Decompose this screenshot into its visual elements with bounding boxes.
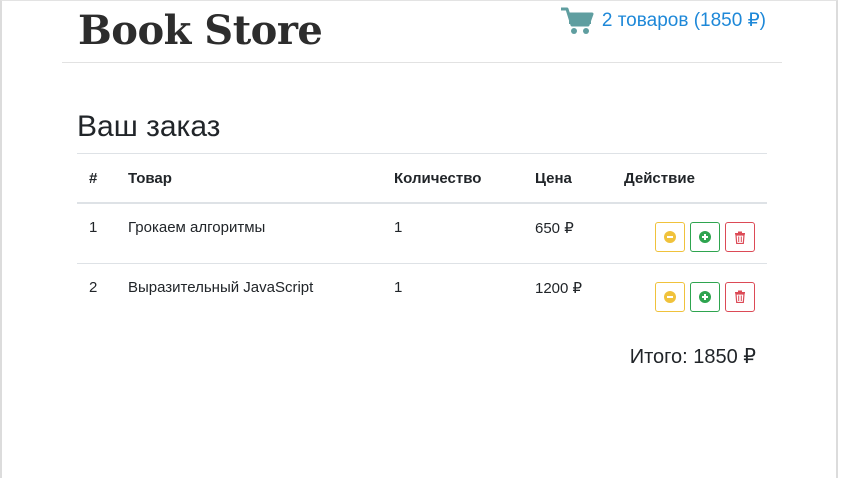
minus-circle-icon	[664, 231, 676, 243]
column-header-number: #	[77, 153, 116, 204]
column-header-quantity: Количество	[382, 153, 523, 204]
decrease-quantity-button[interactable]	[655, 222, 685, 252]
minus-circle-icon	[664, 290, 676, 303]
product-name: Выразительный JavaScript	[128, 278, 314, 296]
cart-link[interactable]: 2 товаров (1850 ₽)	[560, 6, 766, 36]
row-number: 2	[89, 278, 98, 296]
row-number: 1	[77, 203, 116, 264]
column-header-product: Товар	[116, 153, 382, 204]
plus-circle-icon	[699, 231, 711, 243]
remove-item-button[interactable]	[725, 281, 755, 312]
column-header-action: Действие	[612, 153, 767, 204]
plus-circle-icon	[699, 290, 711, 303]
table-row: 1 Грокаем алгоритмы 1 650 ₽	[77, 203, 767, 264]
product-price: 650 ₽	[523, 203, 612, 264]
trash-icon	[735, 290, 745, 303]
site-header: Book Store 2 товаров (1850 ₽)	[62, 0, 782, 63]
cart-summary[interactable]: 2 товаров (1850 ₽)	[602, 6, 766, 36]
product-quantity: 1	[394, 278, 403, 296]
product-quantity: 1	[382, 203, 523, 264]
shopping-cart-icon	[560, 6, 594, 36]
product-price: 1200 ₽	[535, 279, 583, 297]
product-name: Грокаем алгоритмы	[116, 203, 382, 264]
brand-logo[interactable]: Book Store	[78, 7, 323, 55]
table-row: 2 Выразительный JavaScript 1 1200 ₽	[77, 263, 767, 323]
row-actions	[612, 203, 767, 264]
decrease-quantity-button[interactable]	[655, 281, 685, 312]
increase-quantity-button[interactable]	[690, 281, 720, 312]
column-header-price: Цена	[523, 153, 612, 204]
order-table: # Товар Количество Цена Действие 1 Грока…	[77, 153, 767, 323]
remove-item-button[interactable]	[725, 222, 755, 252]
table-header-row: # Товар Количество Цена Действие	[77, 153, 767, 204]
order-total: Итого: 1850 ₽	[629, 346, 756, 368]
increase-quantity-button[interactable]	[690, 222, 720, 252]
row-actions	[612, 263, 767, 323]
page-title: Ваш заказ	[77, 110, 221, 143]
trash-icon	[735, 231, 745, 244]
